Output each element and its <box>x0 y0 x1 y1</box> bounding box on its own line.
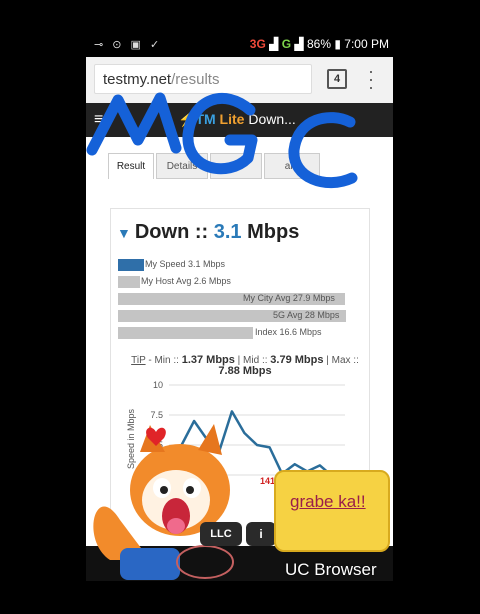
logo-lite: Lite <box>219 111 245 127</box>
status-right: 3G ▟ G ▟ 86% ▮ 7:00 PM <box>250 37 389 51</box>
llc-button[interactable]: LLC <box>200 522 242 546</box>
tip-link[interactable]: TiP <box>131 355 145 366</box>
hamburger-icon[interactable]: ≡ <box>94 111 103 129</box>
battery-percent: 86% <box>306 37 331 51</box>
tab-history[interactable]: Hi <box>210 153 262 179</box>
clock-ampm: PM <box>371 37 389 51</box>
partial-red-text: 141 <box>260 476 276 486</box>
url-host: testmy.net <box>103 71 172 88</box>
clock-time: 7:00 <box>344 37 368 51</box>
comparison-bar <box>118 259 144 271</box>
comparison-bar-label: My Speed 3.1 Mbps <box>145 259 226 269</box>
logo-down: Down... <box>248 111 296 127</box>
comparison-bar-label: 5G Avg 28 Mbps <box>273 310 340 320</box>
tip-max-label: | Max :: <box>326 355 359 366</box>
battery-icon: ▮ <box>334 37 341 51</box>
down-label: Down :: <box>134 221 209 243</box>
status-bar: ⊸ ⊙ ▣ ✓ 3G ▟ G ▟ 86% ▮ 7:00 PM <box>86 33 393 57</box>
y-tick-label: 10 <box>153 380 163 390</box>
logo-tm: TM <box>195 111 216 127</box>
tab-switcher-button[interactable]: 4 <box>327 69 347 89</box>
info-button[interactable]: i <box>246 522 276 546</box>
more-vert-icon[interactable]: · · · <box>366 62 376 96</box>
comparison-bar <box>118 327 254 339</box>
network-type-2: G <box>281 37 292 51</box>
y-axis-label: Speed in Mbps <box>126 408 136 469</box>
comparison-bar <box>118 276 140 288</box>
tip-max: 7.88 Mbps <box>218 365 272 377</box>
result-tabs: Result Details Hi are <box>86 137 393 185</box>
y-tick-label: 7.5 <box>150 410 163 420</box>
speed-series-line <box>167 410 346 478</box>
speech-bubble: grabe ka!! <box>274 470 390 552</box>
tab-result[interactable]: Result <box>108 153 154 179</box>
browser-toolbar: testmy.net/results 4 · · · <box>86 57 393 104</box>
comparison-bar-label: My City Avg 27.9 Mbps <box>243 293 335 303</box>
download-speed-heading: ▼ Down :: 3.1 Mbps <box>117 221 299 244</box>
speech-bubble-text: grabe ka!! <box>290 492 366 511</box>
chart-grid: 107.55 <box>150 380 345 476</box>
tab-details[interactable]: Details <box>156 153 208 179</box>
speed-value: 3.1 <box>213 221 242 243</box>
site-logo[interactable]: ⚡TM Lite Down... <box>178 111 296 128</box>
tip-min-label: - Min :: <box>148 355 179 366</box>
y-tick-label: 5 <box>158 440 163 450</box>
tab-compare[interactable]: are <box>264 153 320 179</box>
url-path: /results <box>171 71 220 88</box>
network-type: 3G <box>249 37 266 51</box>
address-bar[interactable]: testmy.net/results <box>94 64 312 94</box>
comparison-bar-label: Index 16.6 Mbps <box>255 327 322 337</box>
tip-mid: 3.79 Mbps <box>270 354 324 366</box>
site-header: ≡ ⚡TM Lite Down... <box>86 103 393 137</box>
chart-series <box>167 410 346 478</box>
signal-icon: ▟ <box>269 37 279 51</box>
uc-browser-watermark: UC Browser <box>285 560 377 579</box>
comparison-bar-label: My Host Avg 2.6 Mbps <box>141 276 231 286</box>
speed-unit: Mbps <box>247 221 300 243</box>
notification-icons: ⊸ ⊙ ▣ ✓ <box>94 39 163 51</box>
signal-icon-2: ▟ <box>294 37 304 51</box>
tip-summary: TiP - Min :: 1.37 Mbps | Mid :: 3.79 Mbp… <box>127 355 363 377</box>
triangle-down-icon: ▼ <box>117 225 131 241</box>
